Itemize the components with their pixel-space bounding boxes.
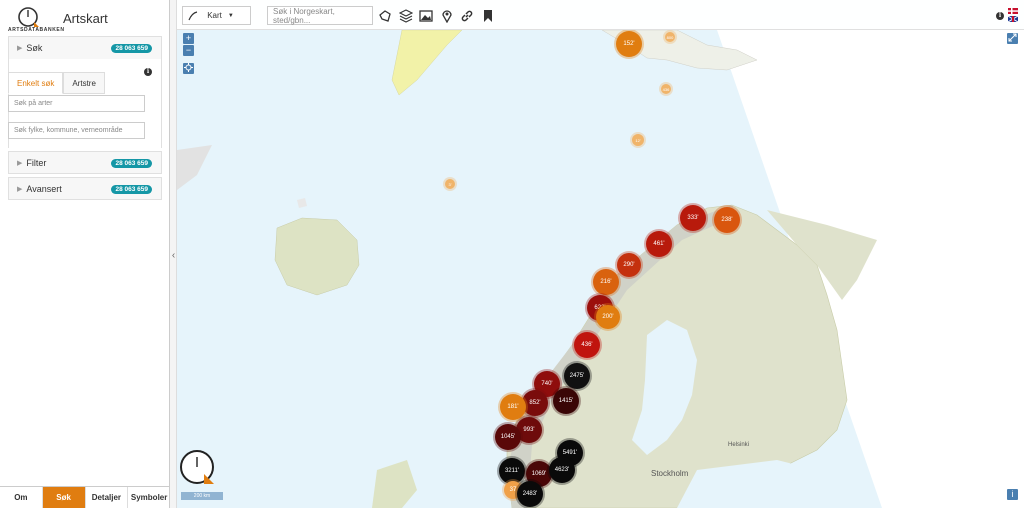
- avansert-label: Avansert: [26, 184, 62, 194]
- tab-artstre[interactable]: Artstre: [63, 72, 105, 94]
- observation-cluster[interactable]: 436': [574, 332, 600, 358]
- caret-down-icon: ▼: [227, 12, 234, 19]
- tab-enkelt-sok[interactable]: Enkelt søk: [8, 72, 64, 94]
- observation-cluster[interactable]: 4623': [549, 457, 575, 483]
- filter-panel-header[interactable]: ▶ Filter 28 063 659: [9, 152, 161, 174]
- map-toolbar: Kart ▼ Søk i Norgeskart, sted/gbn... i: [177, 0, 1024, 30]
- artskart-icon: [188, 10, 198, 20]
- observation-cluster[interactable]: 461': [646, 231, 672, 257]
- chevron-left-icon[interactable]: ‹: [170, 250, 177, 261]
- logo-text: ARTSDATABANKEN: [8, 27, 65, 33]
- info-icon[interactable]: i: [144, 68, 152, 76]
- language-flags-icon[interactable]: [1008, 8, 1018, 22]
- sok-label: Søk: [26, 43, 43, 53]
- observation-cluster[interactable]: 800: [665, 32, 675, 42]
- map-select-button[interactable]: Kart ▼: [182, 6, 251, 25]
- place-label-stockholm: Stockholm: [651, 469, 689, 478]
- info-icon[interactable]: i: [996, 12, 1004, 20]
- link-icon[interactable]: [458, 7, 476, 25]
- image-icon[interactable]: [417, 7, 435, 25]
- observation-cluster[interactable]: 152': [616, 31, 642, 57]
- observation-cluster[interactable]: 290': [617, 253, 641, 277]
- species-search-input[interactable]: Søk på arter: [8, 95, 145, 112]
- polygon-icon[interactable]: [376, 7, 394, 25]
- observation-cluster[interactable]: 333': [680, 205, 706, 231]
- observation-cluster[interactable]: 436: [661, 84, 671, 94]
- crosshair-icon: [184, 63, 193, 72]
- avansert-panel-header[interactable]: ▶ Avansert 28 063 659: [9, 178, 161, 200]
- greenland: [177, 145, 212, 190]
- observation-cluster[interactable]: 1045': [495, 424, 521, 450]
- observation-cluster[interactable]: 2475': [564, 363, 590, 389]
- sidebar-splitter[interactable]: ‹: [170, 0, 177, 508]
- scotland: [372, 460, 417, 508]
- observation-cluster[interactable]: 2483': [517, 481, 543, 507]
- observation-cluster[interactable]: 852': [522, 390, 548, 416]
- bottom-nav: Om Søk Detaljer Symboler: [0, 486, 170, 508]
- observation-cluster[interactable]: 200': [596, 305, 620, 329]
- nav-detaljer[interactable]: Detaljer: [86, 487, 129, 508]
- chevron-right-icon: ▶: [17, 160, 23, 167]
- filter-count-badge: 28 063 659: [111, 158, 152, 168]
- place-search-input[interactable]: Søk i Norgeskart, sted/gbn...: [267, 6, 373, 25]
- sok-count-badge: 28 063 659: [111, 43, 152, 53]
- search-tabs: Enkelt søk Artstre: [8, 72, 105, 94]
- nav-symboler[interactable]: Symboler: [128, 487, 170, 508]
- area-search-input[interactable]: Søk fylke, kommune, verneområde: [8, 122, 145, 139]
- place-label-helsinki: Helsinki: [728, 442, 750, 448]
- map-select-label: Kart: [207, 11, 222, 20]
- observation-cluster[interactable]: 12': [632, 134, 644, 146]
- locate-button[interactable]: [183, 63, 194, 74]
- overview-map[interactable]: [180, 450, 216, 486]
- observation-cluster[interactable]: 181': [500, 394, 526, 420]
- fullscreen-button[interactable]: [1007, 33, 1018, 44]
- nav-sok[interactable]: Søk: [42, 487, 86, 508]
- map-canvas[interactable]: [177, 0, 1024, 508]
- layers-icon[interactable]: [397, 7, 415, 25]
- zoom-in-button[interactable]: +: [183, 33, 194, 44]
- svalbard-west: [391, 29, 463, 96]
- chevron-right-icon: ▶: [17, 186, 23, 193]
- sidebar: ARTSDATABANKEN Artskart ▶ Søk 28 063 659…: [0, 0, 170, 508]
- nav-om[interactable]: Om: [0, 487, 43, 508]
- scale-bar: 200 km: [181, 492, 223, 500]
- observation-cluster[interactable]: 216': [593, 269, 619, 295]
- filter-label: Filter: [26, 158, 47, 168]
- app-title: Artskart: [63, 11, 108, 26]
- map-info-button[interactable]: i: [1007, 489, 1018, 500]
- observation-cluster[interactable]: 238': [714, 207, 740, 233]
- chevron-right-icon: ▶: [17, 45, 23, 52]
- filter-panel[interactable]: ▶ Filter 28 063 659: [8, 151, 162, 174]
- zoom-out-button[interactable]: −: [183, 45, 194, 56]
- map-view[interactable]: 152'80043612'3'333'238'461'290'216'622'2…: [177, 0, 1024, 508]
- avansert-count-badge: 28 063 659: [111, 184, 152, 194]
- jan-mayen: [297, 198, 307, 208]
- observation-cluster[interactable]: 3': [445, 179, 455, 189]
- expand-icon: [1008, 33, 1017, 42]
- observation-cluster[interactable]: 1415': [553, 388, 579, 414]
- iceland: [274, 217, 360, 296]
- pin-icon[interactable]: [438, 7, 456, 25]
- sok-panel-header[interactable]: ▶ Søk 28 063 659: [9, 37, 161, 59]
- avansert-panel[interactable]: ▶ Avansert 28 063 659: [8, 177, 162, 200]
- bookmark-icon[interactable]: [479, 7, 497, 25]
